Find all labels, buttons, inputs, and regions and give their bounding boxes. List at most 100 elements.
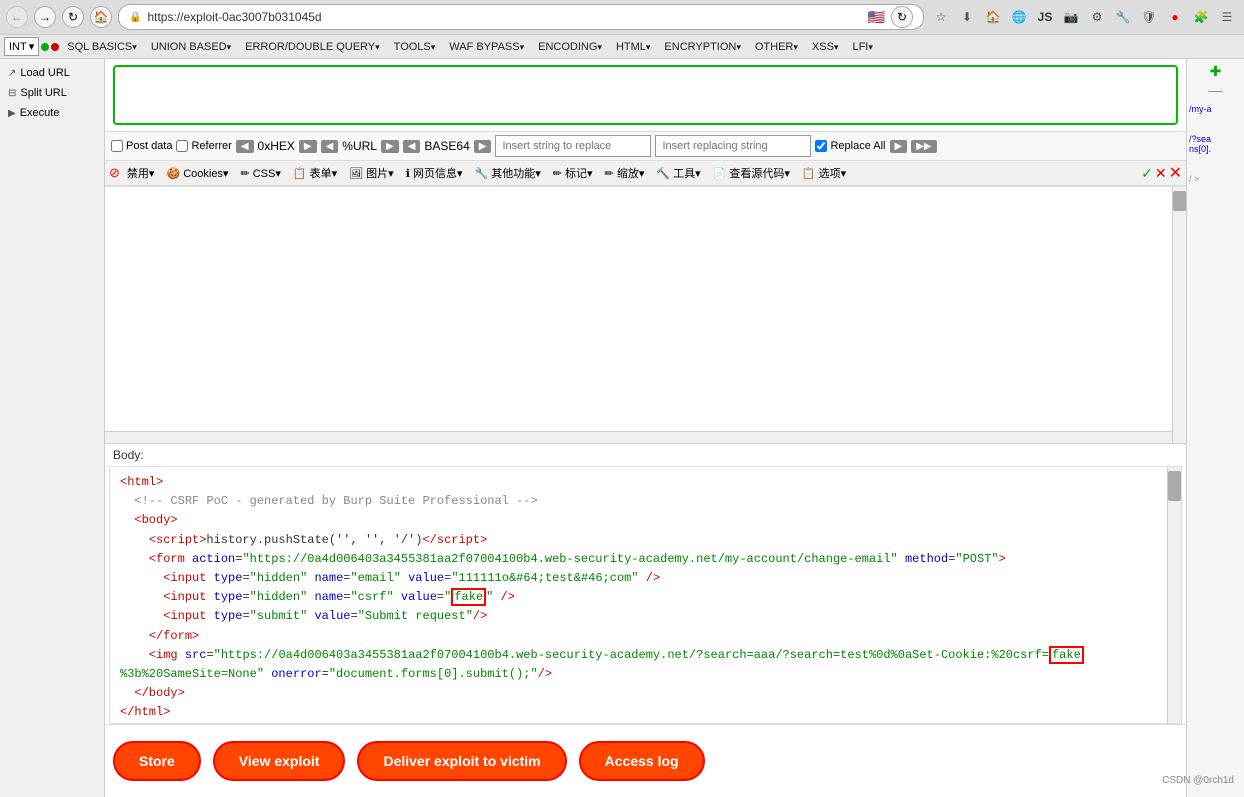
menu-xss[interactable]: XSS bbox=[806, 39, 845, 55]
arrow-right-replace[interactable]: ▶▶ bbox=[911, 140, 936, 153]
menu-union-based[interactable]: UNION BASED bbox=[145, 39, 237, 55]
webdev-zoom[interactable]: ✏ 缩放▾ bbox=[600, 163, 650, 183]
arrow-right-hex[interactable]: ▶ bbox=[299, 140, 317, 153]
deliver-exploit-button[interactable]: Deliver exploit to victim bbox=[357, 741, 566, 781]
screenshot-icon[interactable]: 📷 bbox=[1060, 6, 1082, 28]
reload-button[interactable]: ↻ bbox=[891, 6, 913, 28]
scrollbar-thumb[interactable] bbox=[1173, 191, 1186, 211]
arrow-left-replace[interactable]: ▶ bbox=[890, 140, 908, 153]
menu-html[interactable]: HTML bbox=[610, 39, 656, 55]
sidebar-item-execute[interactable]: ▶ Execute bbox=[0, 103, 104, 123]
menu-sql-basics[interactable]: SQL BASICS bbox=[61, 39, 143, 55]
webdev-form[interactable]: 📋 表单▾ bbox=[288, 163, 342, 183]
extension-icon[interactable]: 🔧 bbox=[1112, 6, 1134, 28]
home-icon2[interactable]: 🏠 bbox=[982, 6, 1004, 28]
sidebar: ↗ Load URL ⊟ Split URL ▶ Execute bbox=[0, 59, 105, 797]
code-editor-inner[interactable]: <html> <!-- CSRF PoC - generated by Burp… bbox=[110, 467, 1181, 724]
editor-scroll-thumb[interactable] bbox=[1168, 471, 1181, 501]
webdev-mark[interactable]: ✏ 标记▾ bbox=[548, 163, 598, 183]
webdev-disable[interactable]: 禁用▾ bbox=[122, 163, 160, 183]
addon-icon[interactable]: ● bbox=[1164, 6, 1186, 28]
replace-all-checkbox[interactable] bbox=[815, 140, 827, 152]
arrow-right-url[interactable]: ▶ bbox=[381, 140, 399, 153]
url-bar[interactable]: 🔒 https://exploit-0ac3007b031045d 🇺🇸 ↻ bbox=[118, 4, 924, 30]
replace-all-label: Replace All bbox=[830, 140, 885, 152]
execute-icon: ▶ bbox=[8, 108, 16, 119]
webdev-source[interactable]: 📄 查看源代码▾ bbox=[708, 163, 795, 183]
body-label-text: Body: bbox=[113, 448, 144, 462]
globe-icon[interactable]: 🌐 bbox=[1008, 6, 1030, 28]
webdev-css[interactable]: ✏ CSS▾ bbox=[235, 165, 285, 182]
star-icon[interactable]: ☆ bbox=[930, 6, 952, 28]
right-scrollbar[interactable] bbox=[1172, 187, 1186, 443]
download-icon[interactable]: ⬇ bbox=[956, 6, 978, 28]
post-data-checkbox[interactable] bbox=[111, 140, 123, 152]
menu-waf-bypass[interactable]: WAF BYPASS bbox=[443, 39, 530, 55]
webdev-options[interactable]: 📋 选项▾ bbox=[797, 163, 851, 183]
load-url-icon: ↗ bbox=[8, 68, 16, 79]
refresh-button[interactable]: ↻ bbox=[62, 6, 84, 28]
referrer-item: Referrer bbox=[176, 140, 231, 152]
referrer-label: Referrer bbox=[191, 140, 231, 152]
access-log-button[interactable]: Access log bbox=[579, 741, 705, 781]
arrow-left-url[interactable]: ◀ bbox=[321, 140, 339, 153]
url-label: %URL bbox=[342, 139, 377, 153]
menu-encoding[interactable]: ENCODING bbox=[532, 39, 608, 55]
rp-minus[interactable]: — bbox=[1191, 82, 1240, 98]
rp-green-plus[interactable]: ✚ bbox=[1191, 63, 1240, 80]
main-layout: ↗ Load URL ⊟ Split URL ▶ Execute Post da… bbox=[0, 59, 1244, 797]
view-exploit-button[interactable]: View exploit bbox=[213, 741, 346, 781]
hex-label: 0xHEX bbox=[258, 139, 295, 153]
menu-lfi[interactable]: LFI bbox=[846, 39, 878, 55]
arrow-left-base64[interactable]: ◀ bbox=[403, 140, 421, 153]
insert-replacing-input[interactable] bbox=[655, 135, 811, 157]
url-area bbox=[105, 59, 1186, 132]
post-data-item: Post data bbox=[111, 140, 172, 152]
menu-other[interactable]: OTHER bbox=[749, 39, 804, 55]
dropdown-arrow: ▾ bbox=[29, 40, 35, 53]
arrow-right-base64[interactable]: ▶ bbox=[474, 140, 492, 153]
int-dropdown[interactable]: INT ▾ bbox=[4, 37, 39, 56]
execute-label: Execute bbox=[20, 107, 60, 119]
insert-string-input[interactable] bbox=[495, 135, 651, 157]
menu-error-double[interactable]: ERROR/DOUBLE QUERY bbox=[239, 39, 386, 55]
puzzle-icon[interactable]: 🧩 bbox=[1190, 6, 1212, 28]
bottom-scrollbar[interactable] bbox=[105, 431, 1172, 443]
home-button[interactable]: 🏠 bbox=[90, 6, 112, 28]
content-area bbox=[105, 187, 1186, 444]
store-button[interactable]: Store bbox=[113, 741, 201, 781]
forward-button[interactable]: → bbox=[34, 6, 56, 28]
int-label: INT bbox=[9, 41, 27, 53]
post-data-label: Post data bbox=[126, 140, 172, 152]
sidebar-item-load-url[interactable]: ↗ Load URL bbox=[0, 63, 104, 83]
back-button[interactable]: ← bbox=[6, 6, 28, 28]
arrow-left-hex[interactable]: ◀ bbox=[236, 140, 254, 153]
csrf-value-highlight: fake bbox=[451, 588, 486, 606]
webdev-x-icon: ✕ bbox=[1155, 165, 1167, 182]
referrer-checkbox[interactable] bbox=[176, 140, 188, 152]
dot-green bbox=[41, 43, 49, 51]
code-editor[interactable]: <html> <!-- CSRF PoC - generated by Burp… bbox=[109, 466, 1182, 724]
url-input-box[interactable] bbox=[113, 65, 1178, 125]
watermark: CSDN @0rch1d bbox=[1162, 775, 1234, 786]
webdev-redx-icon: ✕ bbox=[1169, 163, 1182, 183]
webdev-toolbar: ⊘ 禁用▾ 🍪 Cookies▾ ✏ CSS▾ 📋 表单▾ 🖼 图片▾ ℹ 网页… bbox=[105, 161, 1186, 187]
settings-icon[interactable]: ⚙ bbox=[1086, 6, 1108, 28]
menu-encryption[interactable]: ENCRYPTION bbox=[658, 39, 746, 55]
menu-icon[interactable]: ☰ bbox=[1216, 6, 1238, 28]
webdev-pageinfo[interactable]: ℹ 网页信息▾ bbox=[401, 163, 468, 183]
disable-icon: ⊘ bbox=[109, 165, 120, 181]
dot-red bbox=[51, 43, 59, 51]
right-panel-top: ✚ — bbox=[1187, 59, 1244, 102]
right-panel-code: /my-a /?sea ns[0]. / > bbox=[1187, 102, 1244, 186]
load-url-label: Load URL bbox=[20, 67, 70, 79]
split-url-label: Split URL bbox=[20, 87, 66, 99]
webdev-cookies[interactable]: 🍪 Cookies▾ bbox=[161, 165, 233, 182]
sidebar-item-split-url[interactable]: ⊟ Split URL bbox=[0, 83, 104, 103]
webdev-other[interactable]: 🔧 其他功能▾ bbox=[469, 163, 545, 183]
webdev-tools[interactable]: 🔨 工具▾ bbox=[651, 163, 705, 183]
editor-scrollbar[interactable] bbox=[1167, 467, 1181, 723]
menu-tools[interactable]: TOOLS bbox=[388, 39, 442, 55]
webdev-images[interactable]: 🖼 图片▾ bbox=[344, 163, 399, 183]
shield-icon[interactable]: 🛡 bbox=[1138, 6, 1160, 28]
